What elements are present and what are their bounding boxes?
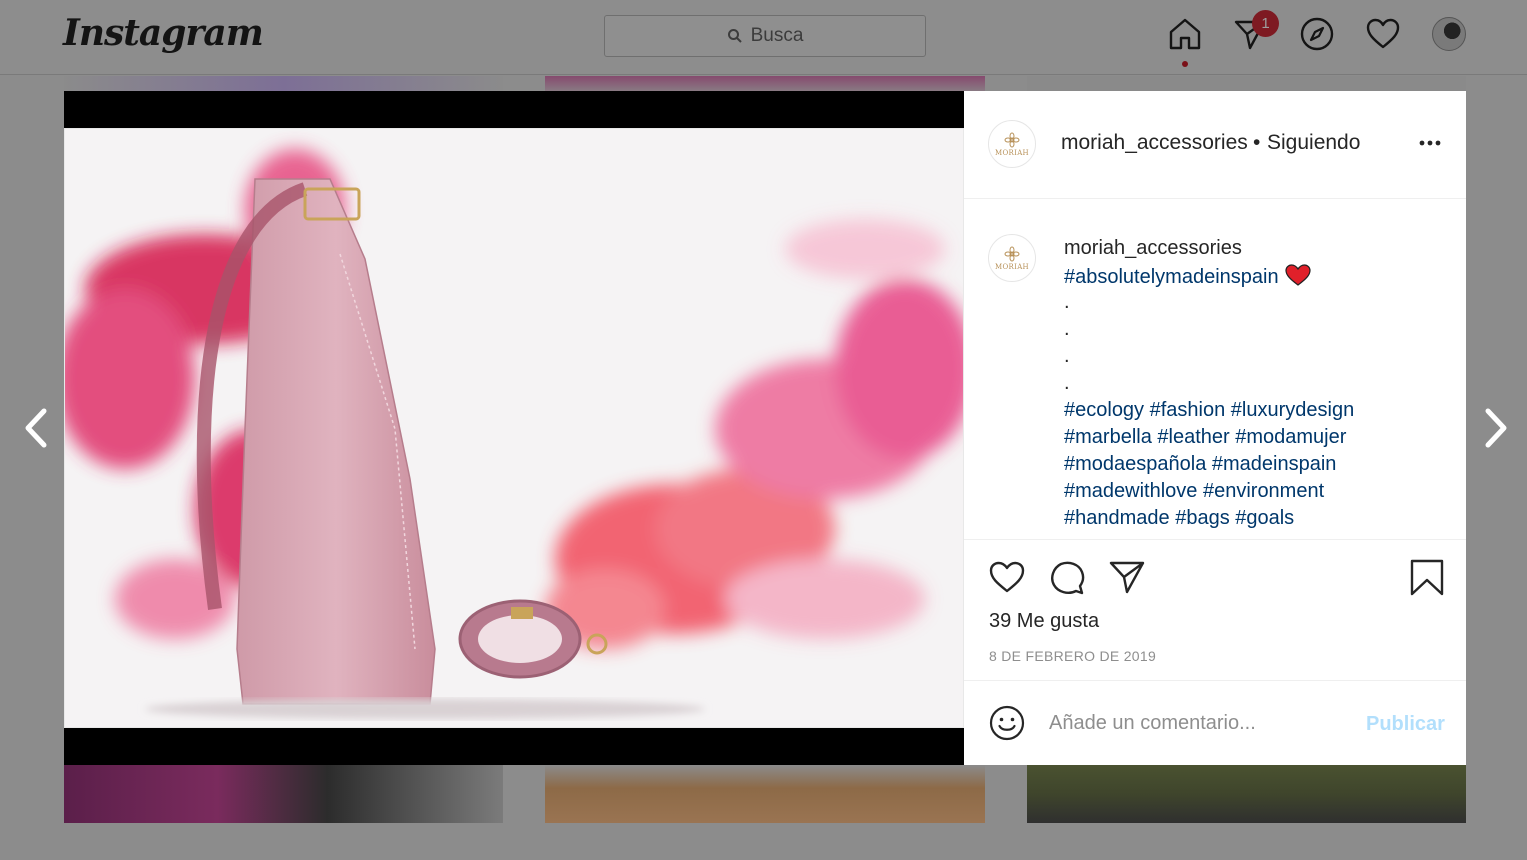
brand-flower-icon bbox=[1004, 132, 1020, 147]
post-actions: 39 Me gusta 8 DE FEBRERO DE 2019 bbox=[964, 539, 1466, 681]
grid-thumbnail[interactable] bbox=[64, 765, 503, 823]
caption-avatar[interactable]: MORIAH bbox=[988, 234, 1036, 282]
grid-thumbnail[interactable] bbox=[545, 765, 985, 823]
comment-icon[interactable] bbox=[1048, 558, 1086, 596]
brand-flower-icon bbox=[1004, 246, 1020, 261]
more-options-icon[interactable] bbox=[1416, 129, 1444, 157]
red-heart-emoji-icon bbox=[1284, 264, 1311, 286]
following-button[interactable]: Siguiendo bbox=[1267, 131, 1360, 155]
home-icon[interactable] bbox=[1167, 16, 1203, 52]
hashtag-link[interactable]: #absolutelymadeinspain bbox=[1064, 266, 1279, 288]
next-post-arrow-icon[interactable] bbox=[1482, 405, 1510, 451]
profile-avatar[interactable] bbox=[1432, 17, 1466, 51]
post-video-frame[interactable] bbox=[64, 128, 964, 728]
hashtag-link[interactable]: #ecology #fashion #luxurydesign bbox=[1064, 399, 1354, 422]
explore-icon[interactable] bbox=[1299, 16, 1335, 52]
post-date: 8 DE FEBRERO DE 2019 bbox=[989, 648, 1157, 664]
previous-post-arrow-icon[interactable] bbox=[22, 405, 50, 451]
caption-hashtag-line: #absolutelymadeinspain bbox=[1064, 264, 1311, 289]
share-icon[interactable] bbox=[1108, 558, 1146, 596]
post-username[interactable]: moriah_accessories bbox=[1061, 131, 1248, 155]
post-media[interactable] bbox=[64, 91, 964, 765]
search-box[interactable]: Busca bbox=[604, 15, 926, 57]
hashtag-link[interactable]: #madewithlove #environment bbox=[1064, 480, 1324, 503]
post-header: MORIAH moriah_accessories • Siguiendo bbox=[964, 91, 1466, 199]
activity-heart-icon[interactable] bbox=[1365, 16, 1401, 52]
home-active-dot bbox=[1182, 61, 1188, 67]
account-avatar[interactable]: MORIAH bbox=[988, 120, 1036, 168]
caption-dot: . bbox=[1064, 318, 1070, 340]
emoji-smiley-icon[interactable] bbox=[988, 704, 1026, 742]
comment-input[interactable] bbox=[1049, 701, 1349, 745]
grid-thumbnail[interactable] bbox=[1027, 765, 1466, 823]
post-caption: MORIAH moriah_accessories #absolutelymad… bbox=[964, 199, 1466, 539]
search-placeholder: Busca bbox=[750, 25, 804, 46]
like-heart-icon[interactable] bbox=[988, 558, 1026, 596]
top-navigation: Instagram Busca 1 bbox=[0, 0, 1527, 75]
instagram-logo[interactable]: Instagram bbox=[63, 12, 264, 54]
caption-dot: . bbox=[1064, 372, 1070, 394]
hashtag-link[interactable]: #modaespañola #madeinspain bbox=[1064, 453, 1336, 476]
separator-dot: • bbox=[1253, 131, 1261, 154]
likes-count[interactable]: 39 Me gusta bbox=[989, 610, 1099, 633]
hashtag-link[interactable]: #handmade #bags #goals bbox=[1064, 507, 1294, 530]
save-bookmark-icon[interactable] bbox=[1408, 558, 1446, 596]
handbag-with-pink-smoke-image bbox=[65, 129, 963, 727]
notification-badge: 1 bbox=[1252, 10, 1279, 37]
add-comment-row: Publicar bbox=[964, 681, 1466, 765]
avatar-wordmark: MORIAH bbox=[995, 262, 1029, 271]
avatar-wordmark: MORIAH bbox=[995, 148, 1029, 157]
hashtag-link[interactable]: #marbella #leather #modamujer bbox=[1064, 426, 1346, 449]
caption-dot: . bbox=[1064, 345, 1070, 367]
search-icon bbox=[727, 29, 742, 43]
caption-username[interactable]: moriah_accessories bbox=[1064, 237, 1242, 260]
publish-button[interactable]: Publicar bbox=[1366, 713, 1445, 736]
post-details-panel: MORIAH moriah_accessories • Siguiendo MO… bbox=[964, 91, 1466, 765]
caption-dot: . bbox=[1064, 291, 1070, 313]
